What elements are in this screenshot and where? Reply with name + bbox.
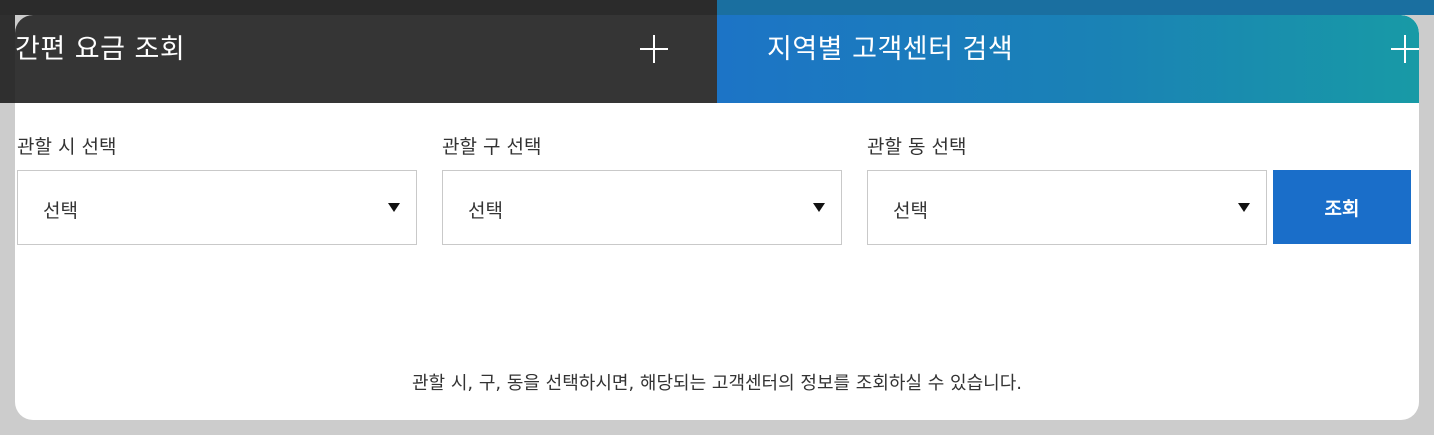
city-select-value: 선택 (43, 200, 78, 222)
dong-select[interactable]: 선택 (867, 170, 1267, 245)
city-select[interactable]: 선택 (17, 170, 417, 245)
search-button[interactable]: 조회 (1273, 170, 1411, 244)
top-strip (0, 0, 1434, 15)
city-select-label: 관할 시 선택 (17, 136, 117, 158)
tab-regional-center-search[interactable]: 지역별 고객센터 검색 (717, 15, 1419, 103)
tab-title-regional-center: 지역별 고객센터 검색 (767, 34, 1014, 65)
help-text: 관할 시, 구, 동을 선택하시면, 해당되는 고객센터의 정보를 조회하실 수… (411, 373, 1023, 394)
caret-down-icon (1238, 203, 1250, 212)
top-strip-right (717, 0, 1434, 15)
plus-icon[interactable] (1391, 35, 1419, 63)
caret-down-icon (388, 203, 400, 212)
district-select[interactable]: 선택 (442, 170, 842, 245)
caret-down-icon (813, 203, 825, 212)
tab-title-simple-fee: 간편 요금 조회 (15, 34, 186, 65)
customer-center-panel: 간편 요금 조회 지역별 고객센터 검색 관할 시 선택 선택 관할 구 선택 … (15, 15, 1419, 420)
district-select-label: 관할 구 선택 (442, 136, 542, 158)
top-strip-left (0, 0, 717, 15)
dong-select-label: 관할 동 선택 (867, 136, 967, 158)
left-gutter (0, 15, 15, 103)
plus-icon[interactable] (640, 35, 668, 63)
tab-simple-fee-inquiry[interactable]: 간편 요금 조회 (15, 15, 717, 103)
dong-select-value: 선택 (893, 200, 928, 222)
district-select-value: 선택 (468, 200, 503, 222)
